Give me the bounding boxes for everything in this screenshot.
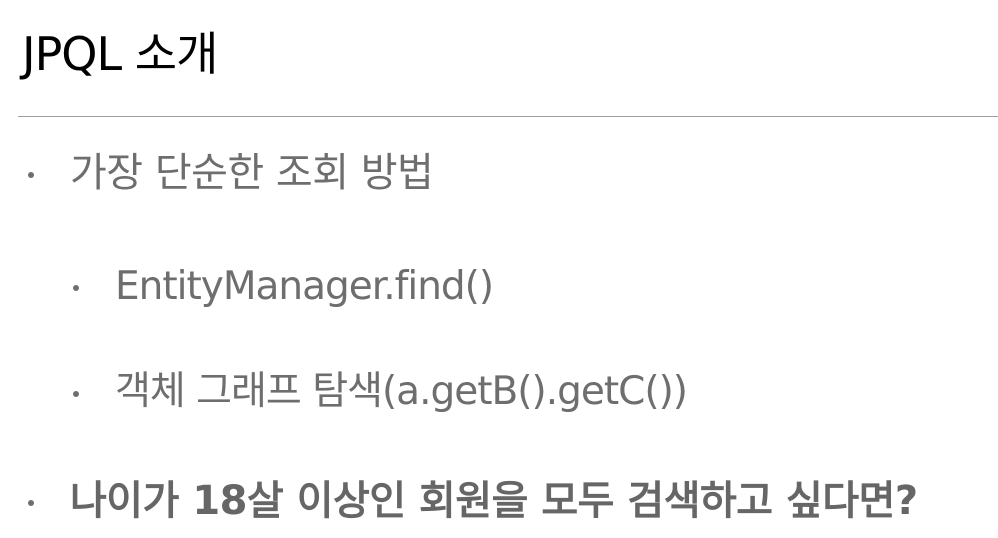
bullet-dot — [73, 391, 79, 397]
title-divider — [18, 116, 998, 117]
bullet-text: 객체 그래프 탐색(a.getB().getC()) — [115, 369, 688, 414]
bullet-dot — [28, 500, 34, 506]
bullet-text: 나이가 18살 이상인 회원을 모두 검색하고 싶다면? — [70, 478, 918, 524]
bullet-dot — [73, 285, 79, 291]
bullet-text: 가장 단순한 조회 방법 — [70, 150, 434, 196]
bullet-dot — [28, 172, 34, 178]
slide-title: JPQL 소개 — [22, 27, 218, 81]
bullet-text: EntityManager.find() — [115, 264, 494, 309]
